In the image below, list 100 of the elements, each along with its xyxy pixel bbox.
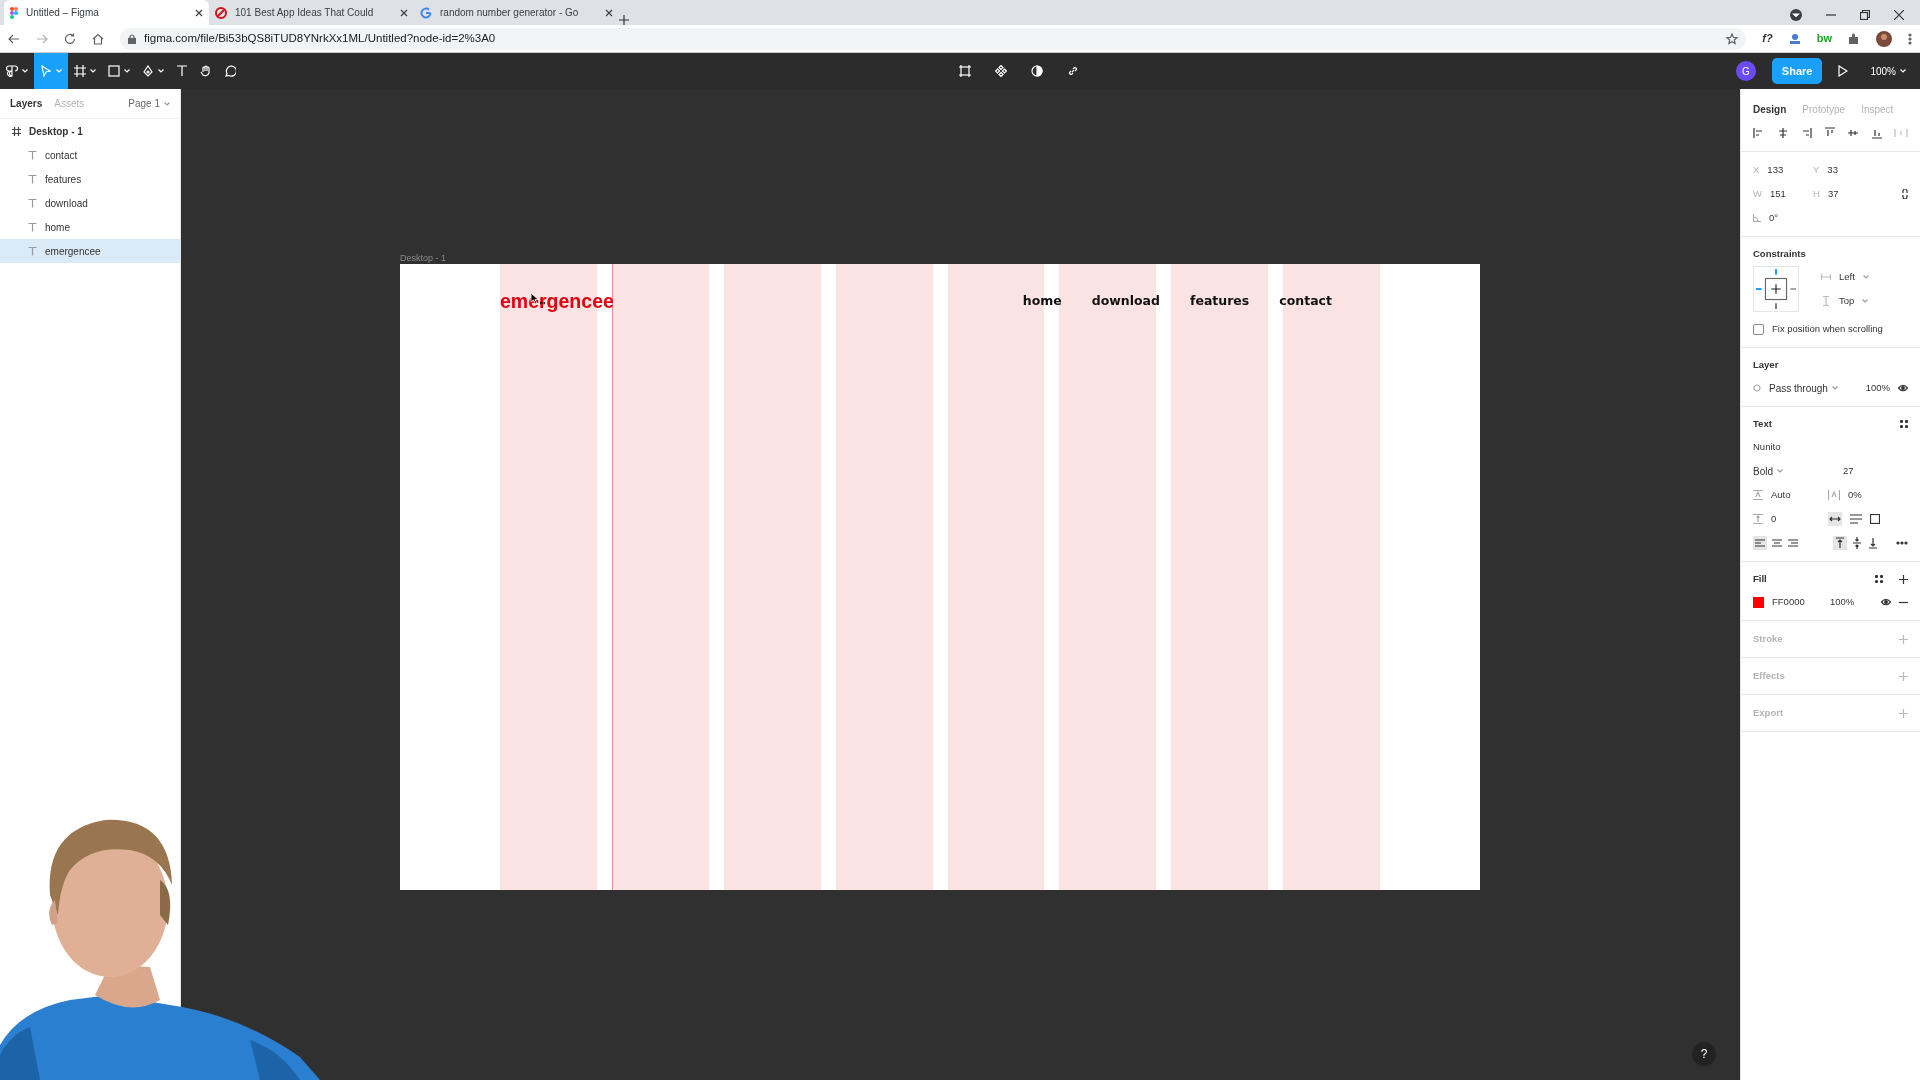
text-icon [28,150,37,160]
align-icon[interactable] [1847,127,1859,139]
caret-icon [56,69,62,73]
align-icon[interactable] [1753,127,1765,139]
page-dropdown[interactable]: Page 1 [122,96,176,111]
back-icon[interactable] [8,32,20,45]
layer-item[interactable]: contact [0,143,180,167]
logo-text[interactable]: emergencee [500,286,614,316]
checkbox[interactable] [1753,323,1764,335]
play-icon[interactable] [1838,65,1849,77]
blend-mode-dropdown[interactable]: Pass through [1769,380,1838,396]
more-icon[interactable] [1896,541,1908,545]
nav-link[interactable]: home [1022,291,1062,311]
plus-icon[interactable] [619,15,629,25]
section-title: Layer [1753,357,1780,372]
font-family-dropdown[interactable]: Nunito [1753,439,1781,455]
number-field[interactable]: 33 [1827,162,1838,178]
frame-artboard[interactable]: emergencee home download features contact [400,264,1480,890]
zoom-dropdown[interactable]: 100% [1864,53,1912,89]
eye-icon[interactable] [1881,598,1891,606]
nav-link[interactable]: download [1091,291,1160,311]
letter-spacing-field[interactable]: 0% [1848,487,1862,503]
layer-item[interactable]: home [0,215,180,239]
align-right-icon[interactable] [1787,537,1799,549]
field-label: W [1753,186,1762,201]
section-title: Fill [1753,571,1767,586]
line-height-icon [1753,490,1763,500]
vertical-constraint-dropdown[interactable]: Top [1815,289,1875,313]
hand-icon [200,65,212,77]
more-icon[interactable] [1908,32,1912,45]
text-icon [28,222,37,232]
styles-icon[interactable] [1900,420,1908,428]
star-icon[interactable] [1726,32,1739,45]
opacity-field[interactable]: 100% [1865,380,1890,396]
close-icon[interactable] [605,8,613,17]
reload-icon[interactable] [64,32,76,45]
frame-icon [12,126,21,136]
align-icon[interactable] [1870,127,1883,139]
browser-tab[interactable]: Untitled – Figma [4,0,209,25]
field-label: X [1753,162,1760,177]
pen-icon [142,65,154,77]
section-title: Export [1753,705,1784,720]
horizontal-constraint-dropdown[interactable]: Left [1815,265,1875,289]
align-center-icon[interactable] [1771,537,1783,549]
plus-icon[interactable] [1899,574,1908,584]
align-top-icon[interactable] [1833,536,1847,550]
number-field[interactable]: 37 [1827,186,1839,202]
text-icon [28,198,37,208]
link-icon[interactable] [1066,65,1079,77]
number-field[interactable]: 151 [1769,186,1786,202]
close-icon[interactable] [195,8,203,17]
nav-link[interactable]: features [1190,291,1250,311]
close-icon[interactable] [400,8,408,17]
align-icon[interactable] [1823,127,1836,139]
align-bottom-icon[interactable] [1867,537,1879,549]
contrast-icon[interactable] [1030,65,1043,77]
fixed-size-icon[interactable] [1870,514,1880,524]
align-middle-icon[interactable] [1851,537,1863,549]
home-icon[interactable] [92,32,104,45]
puzzle-icon[interactable] [1848,32,1860,45]
auto-height-icon[interactable] [1850,514,1862,524]
profile-avatar-icon[interactable] [1876,30,1892,47]
user-avatar[interactable]: G [1735,61,1756,81]
styles-icon[interactable] [1875,575,1883,583]
component-frame-icon[interactable] [958,65,971,77]
extension-button[interactable]: bw [1816,30,1832,47]
layer-item[interactable]: emergencee [0,239,180,263]
constrain-proportions-icon[interactable] [1902,189,1908,199]
layer-item[interactable]: download [0,191,180,215]
layer-item[interactable]: Desktop - 1 [0,119,180,143]
close-icon[interactable] [1894,10,1904,20]
align-icon[interactable] [1800,127,1812,139]
help-button[interactable]: ? [1692,1042,1716,1066]
panel-tab[interactable]: Design [1747,101,1793,117]
font-size-field[interactable]: 27 [1843,463,1854,479]
nav-link[interactable]: contact [1279,291,1332,311]
line-height-field[interactable]: Auto [1771,487,1791,503]
paragraph-spacing-field[interactable]: 0 [1771,511,1777,527]
number-field[interactable]: 133 [1767,162,1784,178]
frame-label[interactable]: Desktop - 1 [400,252,447,266]
extension-icon[interactable] [1788,32,1801,45]
extension-button[interactable]: f? [1762,30,1773,47]
restore-icon[interactable] [1860,10,1870,20]
color-swatch[interactable] [1753,596,1764,608]
constraint-widget-icon[interactable] [1753,266,1799,312]
align-left-icon[interactable] [1753,536,1767,550]
layer-item[interactable]: features [0,167,180,191]
rotation-field[interactable]: 0° [1769,210,1779,226]
hex-field[interactable]: FF0000 [1772,594,1822,610]
opacity-field[interactable]: 100% [1830,594,1855,610]
component-icon[interactable] [994,65,1007,77]
font-weight-dropdown[interactable]: Bold [1753,463,1843,479]
section-title: Text [1753,416,1772,431]
dropdown-icon[interactable] [1790,9,1802,21]
panel-tab[interactable]: Layers [4,96,49,111]
browser-tab[interactable]: 101 Best App Ideas That Could [209,0,414,25]
align-icon[interactable] [1776,127,1789,139]
auto-width-icon[interactable] [1828,512,1842,526]
eye-icon[interactable] [1898,384,1908,392]
browser-tab[interactable]: random number generator - Go [414,0,619,25]
